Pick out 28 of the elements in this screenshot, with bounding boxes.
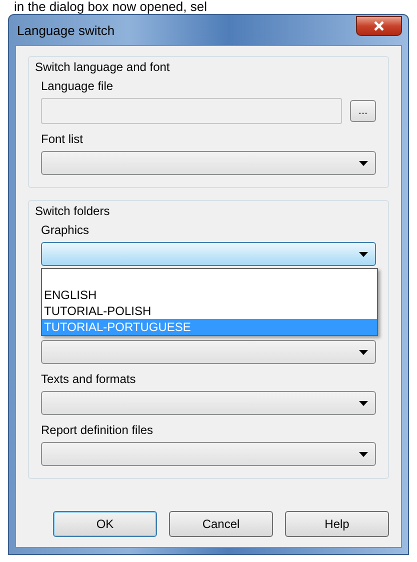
caret-icon	[359, 400, 368, 406]
caret-icon	[359, 252, 368, 256]
dialog-button[interactable]: Help	[285, 511, 389, 537]
browse-button[interactable]: ...	[350, 100, 376, 122]
window-title: Language switch	[16, 22, 115, 38]
caret-icon	[359, 350, 368, 354]
caret-icon	[359, 160, 368, 166]
dialog-button[interactable]: OK	[53, 511, 157, 537]
dropdown-field[interactable]	[41, 442, 376, 466]
dropdown-option[interactable]: ENGLISH	[42, 287, 377, 303]
group-title: Switch folders	[35, 203, 111, 219]
dropdown-field[interactable]	[41, 242, 376, 266]
dropdown-field[interactable]	[41, 340, 376, 364]
file-input-field[interactable]	[41, 98, 342, 124]
group-title: Switch language and font	[35, 59, 171, 75]
field-label: Texts and formats	[41, 372, 137, 387]
field-label: Graphics	[41, 223, 90, 238]
dropdown-field[interactable]	[41, 391, 376, 415]
dialog-button[interactable]: Cancel	[169, 511, 273, 537]
dropdown-option[interactable]: TUTORIAL-POLISH	[42, 303, 377, 319]
close-icon	[374, 21, 384, 31]
close-button[interactable]	[356, 16, 402, 36]
field-label: Language file	[41, 79, 114, 94]
dropdown-field[interactable]	[41, 151, 376, 175]
caret-icon	[359, 452, 368, 456]
field-label: Font list	[41, 132, 84, 147]
caption-text: in the dialog box now opened, sel	[13, 0, 208, 14]
field-label: Report definition files	[41, 423, 154, 438]
